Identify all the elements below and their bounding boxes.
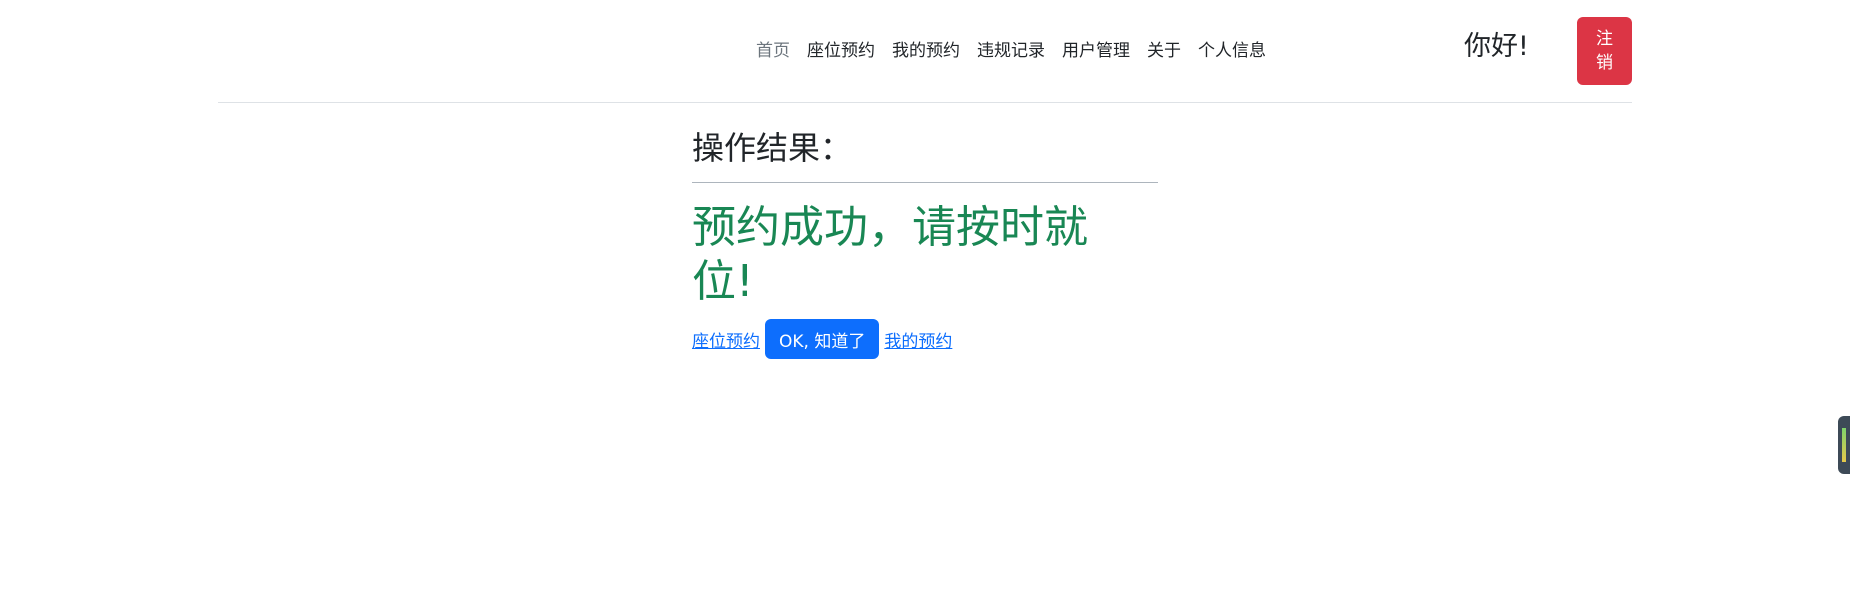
nav-item-about[interactable]: 关于 bbox=[1147, 38, 1181, 64]
nav-item-profile[interactable]: 个人信息 bbox=[1198, 38, 1266, 64]
header: 首页 座位预约 我的预约 违规记录 用户管理 关于 个人信息 你好! 注销 bbox=[218, 0, 1632, 103]
nav-item-user-management[interactable]: 用户管理 bbox=[1062, 38, 1130, 64]
action-row: 座位预约 OK, 知道了 我的预约 bbox=[692, 319, 1158, 359]
success-message: 预约成功，请按时就位! bbox=[692, 202, 1088, 307]
main-nav: 首页 座位预约 我的预约 违规记录 用户管理 关于 个人信息 bbox=[756, 38, 1266, 64]
my-reservations-link[interactable]: 我的预约 bbox=[884, 327, 952, 352]
greeting-text: 你好! bbox=[1464, 31, 1529, 62]
page: 首页 座位预约 我的预约 违规记录 用户管理 关于 个人信息 你好! 注销 操作… bbox=[0, 0, 1850, 602]
edge-scroll-widget[interactable] bbox=[1838, 416, 1850, 474]
logout-button[interactable]: 注销 bbox=[1577, 17, 1632, 85]
nav-item-my-reservations[interactable]: 我的预约 bbox=[892, 38, 960, 64]
ok-button[interactable]: OK, 知道了 bbox=[765, 319, 880, 359]
result-panel: 操作结果： 预约成功，请按时就位! 座位预约 OK, 知道了 我的预约 bbox=[692, 122, 1158, 359]
level-indicator-icon bbox=[1842, 428, 1846, 462]
nav-item-home[interactable]: 首页 bbox=[756, 38, 790, 64]
nav-item-violation-records[interactable]: 违规记录 bbox=[977, 38, 1045, 64]
divider bbox=[692, 182, 1158, 183]
nav-item-seat-reservation[interactable]: 座位预约 bbox=[807, 38, 875, 64]
result-title: 操作结果： bbox=[692, 129, 853, 167]
seat-reservation-link[interactable]: 座位预约 bbox=[692, 327, 760, 352]
